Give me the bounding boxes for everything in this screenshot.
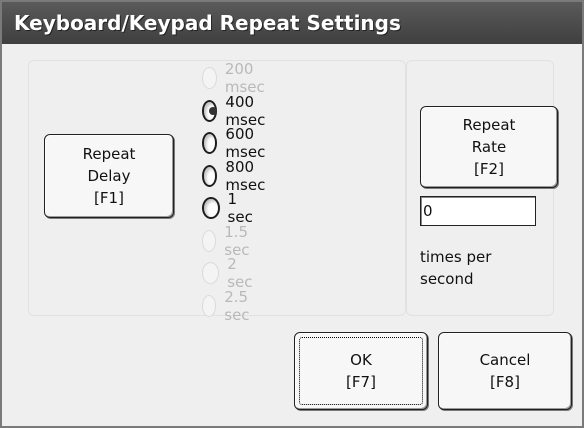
repeat-settings-dialog: Keyboard/Keypad Repeat Settings Repeat D…: [0, 0, 584, 428]
delay-option-label: 1.5 sec: [224, 222, 250, 259]
delay-option-radio: 2.5 sec: [202, 288, 257, 324]
delay-option-label: 2.5 sec: [224, 287, 250, 324]
delay-option-radio[interactable]: 800 msec: [202, 158, 272, 194]
delay-option-radio: 200 msec: [202, 60, 272, 96]
delay-option-radio: 2 sec: [202, 255, 257, 291]
delay-option-radio: 1.5 sec: [202, 223, 257, 259]
repeat-rate-caption-line2: second: [420, 270, 474, 288]
delay-option-label: 2 sec: [227, 255, 253, 291]
radio-unchecked-icon: [202, 229, 217, 252]
cancel-label-line2: [F8]: [490, 373, 520, 391]
radio-unchecked-icon: [202, 197, 220, 219]
delay-option-label: 200 msec: [224, 60, 265, 96]
delay-option-label: 400 msec: [225, 92, 266, 129]
radio-unchecked-icon: [202, 67, 217, 89]
delay-option-label: 600 msec: [225, 125, 266, 161]
cancel-button[interactable]: Cancel [F8]: [438, 332, 572, 410]
repeat-delay-button[interactable]: Repeat Delay [F1]: [44, 134, 174, 218]
radio-unchecked-icon: [202, 294, 217, 317]
delay-option-label: 800 msec: [225, 157, 266, 194]
repeat-rate-label-line2: Rate: [471, 138, 507, 156]
repeat-rate-caption-line1: times per: [420, 248, 492, 266]
repeat-delay-label-line3: [F1]: [94, 189, 124, 207]
delay-option-label: 1 sec: [227, 190, 253, 226]
radio-unchecked-icon: [202, 164, 218, 187]
delay-option-radio[interactable]: 600 msec: [202, 125, 272, 161]
radio-unchecked-icon: [202, 262, 220, 284]
delay-option-radio[interactable]: 1 sec: [202, 190, 257, 226]
ok-focus-rect: [299, 337, 423, 405]
cancel-label-line1: Cancel: [479, 351, 531, 369]
repeat-delay-label-line2: Delay: [87, 167, 131, 185]
radio-checked-icon: [202, 99, 218, 122]
repeat-delay-label-line1: Repeat: [82, 145, 136, 163]
repeat-rate-button[interactable]: Repeat Rate [F2]: [420, 106, 558, 188]
repeat-rate-input[interactable]: [420, 196, 536, 226]
dialog-title: Keyboard/Keypad Repeat Settings: [2, 2, 582, 44]
repeat-rate-caption: times per second: [420, 246, 540, 290]
delay-option-radio[interactable]: 400 msec: [202, 93, 272, 129]
repeat-rate-label-line1: Repeat: [462, 116, 516, 134]
repeat-rate-label-line3: [F2]: [474, 160, 504, 178]
ok-button[interactable]: OK [F7]: [294, 332, 428, 410]
radio-unchecked-icon: [202, 132, 218, 154]
